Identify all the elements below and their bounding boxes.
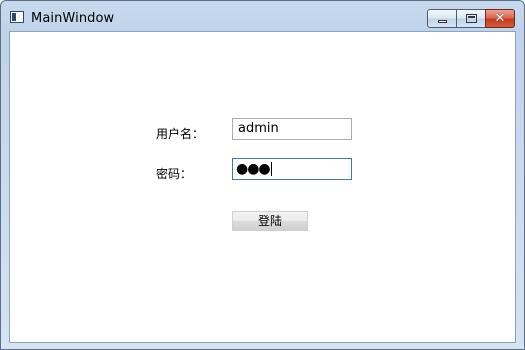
client-area: 用户名： admin 密码： ●●● 登陆 [9,31,516,343]
minimize-button[interactable] [427,9,457,28]
close-button[interactable]: ✕ [485,9,515,28]
maximize-button[interactable] [456,9,486,28]
title-bar[interactable]: MainWindow ✕ [1,1,524,31]
minimize-icon [438,20,447,23]
main-window: MainWindow ✕ 用户名： admin 密码： ●●● 登陆 [0,0,525,350]
login-button[interactable]: 登陆 [232,211,308,231]
close-icon: ✕ [494,11,506,26]
password-mask: ●●● [236,161,272,177]
password-field[interactable]: ●●● [232,158,352,180]
username-label: 用户名： [156,127,205,141]
window-title: MainWindow [31,11,115,26]
password-label: 密码： [156,167,193,181]
maximize-icon [466,14,477,23]
text-caret [270,162,272,176]
username-field[interactable]: admin [232,118,352,140]
caption-buttons: ✕ [427,9,515,28]
window-icon[interactable] [10,11,24,23]
